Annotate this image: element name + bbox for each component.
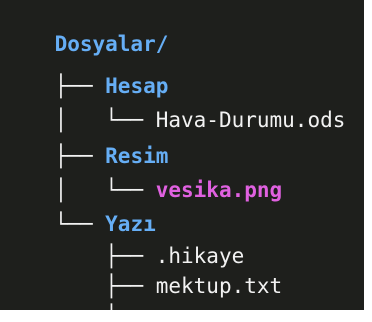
tree-row-hesap: ├── Hesap (4, 44, 169, 98)
tree-row-hikaye: ├── .hikaye (4, 214, 244, 268)
tree-root: Dosyalar/ (4, 2, 169, 56)
tree-row-vesika: │ └── vesika.png (4, 148, 283, 202)
tree-row-resim: ├── Resim (4, 114, 169, 168)
terminal-window: Dosyalar/ ├── Hesap │ └── Hava-Durumu.od… (0, 0, 364, 310)
tree-row-mektup: ├── mektup.txt (4, 244, 282, 298)
image-file-name: vesika.png (155, 178, 283, 202)
tree-row-hava-durumu: │ └── Hava-Durumu.ods (4, 78, 346, 132)
file-name: roman (156, 304, 219, 310)
file-name: Hava-Durumu.ods (155, 108, 346, 132)
tree-row-yazi: └── Yazı (4, 182, 156, 236)
tree-branch: └── (55, 304, 156, 310)
tree-row-roman: └── roman (4, 274, 219, 310)
